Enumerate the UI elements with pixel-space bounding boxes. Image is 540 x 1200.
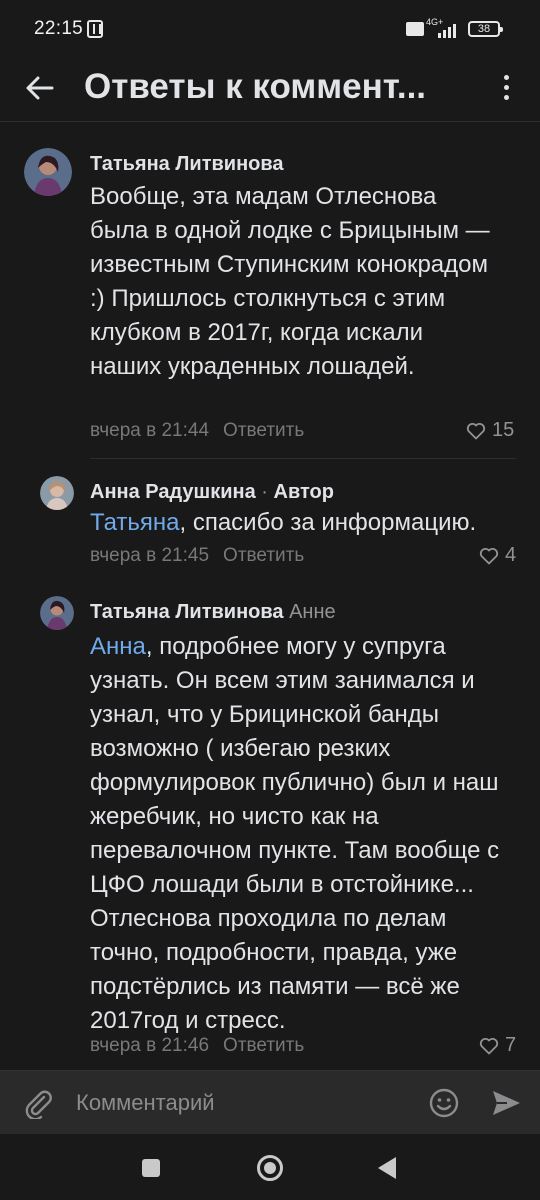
comment-time: вчера в 21:44	[90, 420, 210, 441]
recent-apps-icon[interactable]	[142, 1159, 160, 1177]
like-button[interactable]: 7	[479, 1034, 516, 1057]
mention-link[interactable]: Анна	[90, 633, 146, 660]
status-bar: 22:15 4G+ 38	[0, 0, 540, 56]
reply-button[interactable]: Ответить	[223, 545, 304, 566]
comment-meta: вчера в 21:45 Ответить	[90, 545, 304, 567]
screen: 22:15 4G+ 38 Ответы к коммент... Татьяна…	[0, 0, 540, 1200]
comment-author[interactable]: Анна Радушкина · Автор	[90, 481, 334, 504]
like-count: 7	[505, 1034, 517, 1056]
battery-icon: 38	[468, 21, 503, 37]
comment-text: Татьяна, спасибо за информацию.	[90, 509, 477, 536]
nfc-icon	[87, 20, 103, 38]
system-back-icon[interactable]	[378, 1157, 396, 1179]
like-count: 15	[492, 419, 515, 441]
home-icon[interactable]	[257, 1155, 283, 1181]
volte-icon	[406, 22, 424, 36]
comment-time: вчера в 21:45	[90, 545, 210, 566]
reply-button[interactable]: Ответить	[223, 1035, 304, 1056]
comment-author[interactable]: Татьяна Литвинова	[90, 153, 284, 176]
arrow-left-icon[interactable]	[22, 70, 58, 106]
app-header: Ответы к коммент...	[0, 56, 540, 122]
reply-button[interactable]: Ответить	[223, 420, 304, 441]
avatar[interactable]	[24, 148, 72, 196]
signal-icon	[430, 20, 460, 38]
paperclip-icon[interactable]	[22, 1087, 54, 1119]
reply-to: Анне	[289, 601, 336, 623]
comment-text: Анна, подробнее могу у супруга узнать. О…	[90, 633, 500, 1034]
author-badge: Автор	[273, 481, 334, 503]
avatar[interactable]	[40, 476, 74, 510]
comment-meta: вчера в 21:46 Ответить	[90, 1035, 304, 1057]
comment-author[interactable]: Татьяна Литвинова Анне	[90, 601, 336, 624]
smile-icon[interactable]	[428, 1087, 460, 1119]
comment-input[interactable]	[76, 1083, 406, 1123]
comment-item: Татьяна Литвинова Анне Анна, подробнее м…	[0, 590, 540, 1060]
more-vertical-icon[interactable]	[494, 70, 518, 106]
comment-composer	[0, 1070, 540, 1134]
like-button[interactable]: 4	[479, 544, 516, 567]
like-button[interactable]: 15	[466, 419, 514, 442]
mention-link[interactable]: Татьяна	[90, 509, 180, 536]
comment-item: Татьяна Литвинова Вообще, эта мадам Отле…	[0, 140, 540, 460]
heart-icon	[479, 1037, 499, 1054]
heart-icon	[466, 422, 486, 439]
heart-icon	[479, 547, 499, 564]
comment-time: вчера в 21:46	[90, 1035, 210, 1056]
avatar[interactable]	[40, 596, 74, 630]
comment-meta: вчера в 21:44 Ответить	[90, 420, 304, 442]
like-count: 4	[505, 544, 517, 566]
divider	[90, 458, 516, 459]
page-title: Ответы к коммент...	[84, 67, 427, 106]
comment-item: Анна Радушкина · Автор Татьяна, спасибо …	[0, 468, 540, 578]
send-icon[interactable]	[490, 1087, 522, 1119]
comment-text: Вообще, эта мадам Отлеснова была в одной…	[90, 183, 490, 380]
status-time: 22:15	[34, 18, 84, 39]
system-nav-bar	[0, 1134, 540, 1200]
